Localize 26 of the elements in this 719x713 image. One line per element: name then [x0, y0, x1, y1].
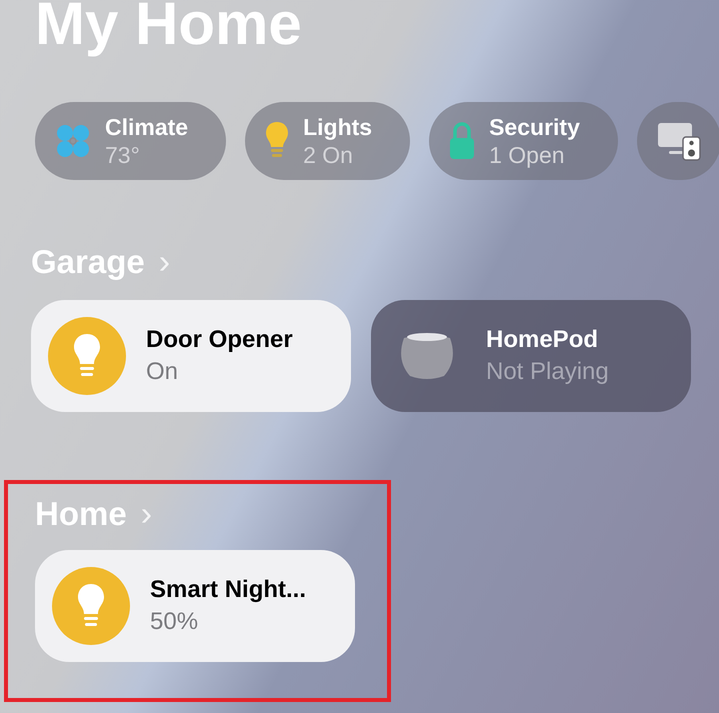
category-status: 73° [105, 141, 140, 169]
category-pill[interactable]: Lights 2 On [245, 102, 410, 180]
accessory-status: 50% [150, 607, 200, 637]
smart-speaker-icon [398, 332, 456, 380]
accessory-name: Smart Night... [150, 575, 306, 605]
accessory-tile[interactable]: HomePod Not Playing [371, 300, 691, 412]
category-label: Security [489, 113, 580, 141]
accessory-name: HomePod [486, 325, 600, 355]
fan-icon [55, 123, 91, 159]
category-status: 1 Open [489, 141, 565, 169]
category-label: Climate [105, 113, 188, 141]
lightbulb-icon [52, 567, 130, 645]
lightbulb-icon [48, 317, 126, 395]
accessory-tile[interactable]: Door Opener On [31, 300, 351, 412]
category-status: 2 On [303, 141, 353, 169]
accessory-status: Not Playing [486, 357, 609, 387]
category-pill[interactable]: Climate 73° [35, 102, 226, 180]
category-label: Lights [303, 113, 372, 141]
accessory-tile[interactable]: Smart Night... 50% [35, 550, 355, 662]
category-pill[interactable]: Security 1 Open [429, 102, 618, 180]
tv-speaker-icon [656, 121, 701, 161]
accessory-name: Door Opener [146, 325, 293, 355]
accessory-status: On [146, 357, 180, 387]
chevron-icon: › [140, 494, 152, 534]
chevron-icon: › [158, 242, 170, 282]
padlock-icon [449, 122, 476, 160]
